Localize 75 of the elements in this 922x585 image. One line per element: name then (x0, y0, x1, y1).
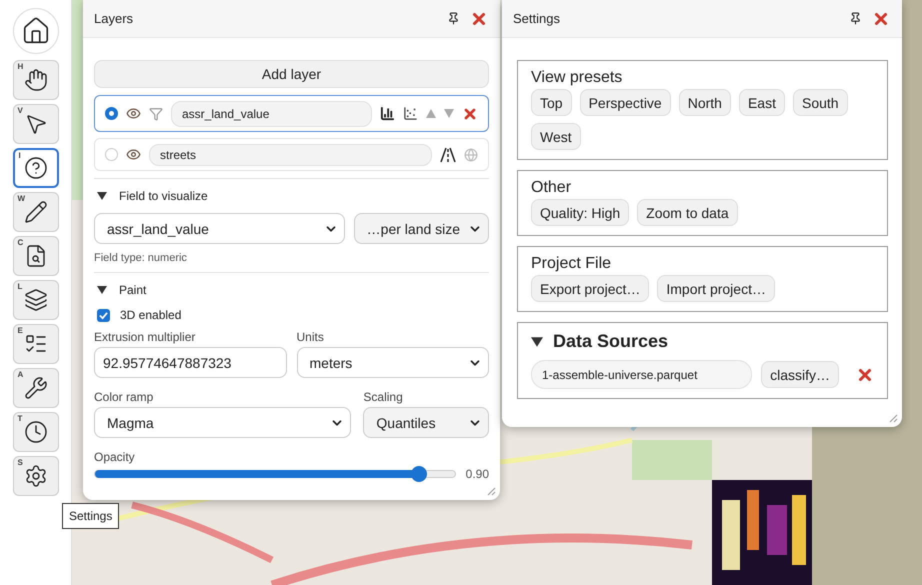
road-icon[interactable] (440, 146, 456, 162)
classify-button[interactable]: classify… (761, 361, 839, 388)
units-select[interactable]: meters (296, 347, 489, 378)
tool-button[interactable]: V (12, 104, 58, 144)
preset-button[interactable]: East (738, 89, 785, 116)
extrusion-input[interactable]: 92.95774647887323 (94, 347, 286, 378)
scaling-select[interactable]: Quantiles (363, 407, 489, 438)
tool-button[interactable]: E (12, 324, 58, 364)
normalize-select[interactable]: …per land size (354, 213, 489, 244)
field-label: Opacity (94, 450, 136, 464)
preset-button[interactable]: West (531, 123, 581, 150)
section-header[interactable]: Field to visualize (94, 179, 489, 213)
field-label: Scaling (363, 390, 404, 404)
field-label: Units (296, 330, 325, 344)
layer-row[interactable]: assr_land_value (94, 95, 489, 132)
eye-icon[interactable] (126, 147, 141, 162)
add-layer-button[interactable]: Add layer (94, 60, 489, 88)
scatter-plot-icon[interactable] (403, 106, 418, 121)
checkbox[interactable] (97, 308, 110, 322)
wrench-icon (24, 376, 48, 400)
preset-button[interactable]: South (792, 89, 848, 116)
resize-grip-icon[interactable] (888, 413, 898, 423)
tool-button[interactable]: A (12, 368, 58, 408)
pin-icon[interactable] (447, 12, 460, 25)
field-type-note: Field type: numeric (94, 251, 188, 266)
help-icon (24, 156, 48, 180)
color-ramp-select[interactable]: Magma (94, 407, 352, 438)
eye-icon[interactable] (126, 106, 141, 121)
preset-button[interactable]: Import project… (657, 275, 775, 302)
field-select[interactable]: assr_land_value (94, 213, 345, 244)
panel-title: Layers (94, 11, 134, 26)
tooltip: Settings (62, 503, 120, 529)
home-button[interactable] (12, 8, 58, 54)
preset-button[interactable]: Export project… (531, 275, 650, 302)
panel-title: Settings (513, 11, 561, 26)
filter-icon[interactable] (149, 106, 163, 120)
pencil-icon (24, 200, 48, 224)
bar-chart-icon[interactable] (380, 106, 395, 121)
field-label: Color ramp (94, 390, 154, 404)
tool-button[interactable]: T (12, 412, 58, 452)
resize-grip-icon[interactable] (486, 486, 496, 496)
section-header[interactable]: Paint (94, 273, 489, 307)
caret-icon (531, 336, 543, 348)
caret-icon (97, 285, 107, 295)
layers-icon (24, 288, 48, 312)
tool-button[interactable]: I (12, 148, 58, 188)
tool-button[interactable]: L (12, 280, 58, 320)
close-icon[interactable] (462, 106, 478, 122)
section-title: Project File (531, 255, 612, 273)
layer-name-field[interactable]: streets (149, 144, 432, 166)
pin-icon[interactable] (849, 12, 862, 25)
layer-name-field[interactable]: assr_land_value (171, 100, 372, 126)
tool-button[interactable]: W (12, 192, 58, 232)
layer-row[interactable]: streets (94, 138, 489, 171)
opacity-reading: 0.90 (466, 467, 489, 481)
settings-icon (24, 464, 48, 488)
clock-icon (24, 420, 48, 444)
section-header[interactable]: Data Sources (531, 331, 874, 352)
field-label: Extrusion multiplier (94, 330, 196, 344)
preset-button[interactable]: Top (531, 89, 572, 116)
preset-button[interactable]: Perspective (580, 89, 671, 116)
caret-icon (97, 191, 107, 201)
preset-button[interactable]: Quality: High (531, 199, 630, 226)
slider-thumb[interactable] (410, 466, 427, 482)
tool-button[interactable]: H (12, 60, 58, 100)
preset-button[interactable]: Zoom to data (637, 199, 738, 226)
section-title: View presets (531, 69, 624, 87)
radio-button[interactable] (105, 107, 118, 120)
checkbox-label: 3D enabled (120, 308, 182, 322)
data-source-field[interactable]: 1-assemble-universe.parquet (531, 360, 752, 389)
section-title: Other (531, 179, 572, 197)
preset-button[interactable]: North (678, 89, 731, 116)
tool-button[interactable]: C (12, 236, 58, 276)
hand-icon (24, 68, 48, 92)
tool-button[interactable]: S (12, 456, 58, 496)
